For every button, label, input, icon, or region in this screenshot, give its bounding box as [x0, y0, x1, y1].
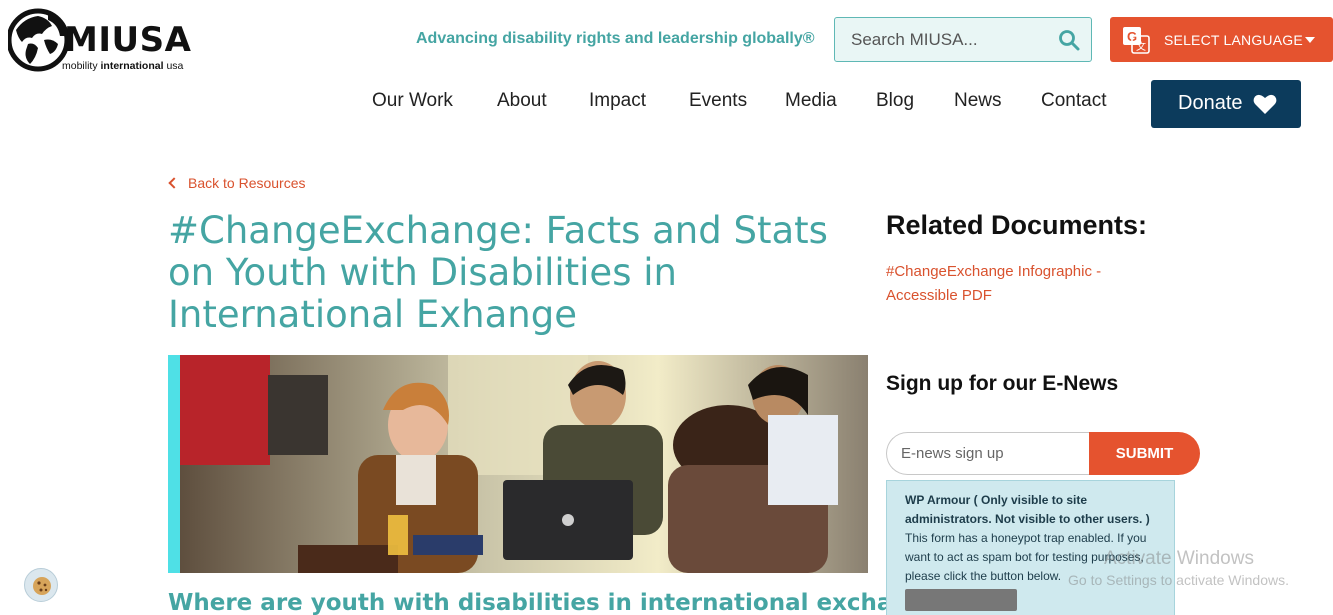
- wp-armour-notice: WP Armour ( Only visible to site adminis…: [886, 480, 1175, 615]
- globe-logo-icon: [8, 8, 68, 72]
- cookie-icon: [33, 577, 51, 595]
- article-photo: [168, 355, 868, 573]
- honeypot-test-button[interactable]: [905, 589, 1017, 611]
- search-box: [834, 17, 1092, 62]
- donate-button[interactable]: Donate: [1151, 80, 1301, 128]
- article-subheading: Where are youth with disabilities in int…: [168, 590, 955, 615]
- search-icon[interactable]: [1057, 28, 1081, 52]
- submit-button[interactable]: SUBMIT: [1089, 432, 1200, 475]
- logo-sub-part: mobility: [62, 60, 101, 72]
- select-language-button[interactable]: G 文 SELECT LANGUAGE: [1110, 17, 1333, 62]
- nav-item-impact[interactable]: Impact: [589, 90, 646, 112]
- svg-text:文: 文: [1136, 40, 1146, 53]
- back-to-resources-link[interactable]: Back to Resources: [168, 175, 306, 191]
- logo-sub-bold: international: [100, 60, 164, 72]
- select-language-label: SELECT LANGUAGE: [1164, 32, 1303, 48]
- related-documents-heading: Related Documents:: [886, 210, 1148, 240]
- photo-accent-bar: [168, 355, 180, 573]
- search-input[interactable]: [835, 18, 1045, 61]
- nav-item-blog[interactable]: Blog: [876, 90, 914, 112]
- enews-form: SUBMIT: [886, 432, 1200, 475]
- logo-sub-end: usa: [163, 60, 184, 72]
- miusa-logo[interactable]: MIUSA mobility international usa: [8, 6, 198, 74]
- donate-label: Donate: [1178, 92, 1243, 114]
- cookie-settings-button[interactable]: [24, 568, 58, 602]
- nav-item-news[interactable]: News: [954, 90, 1002, 112]
- back-label: Back to Resources: [188, 175, 306, 191]
- enews-email-field[interactable]: [886, 432, 1096, 475]
- logo-wordmark: MIUSA: [64, 20, 192, 60]
- logo-subtitle: mobility international usa: [62, 60, 183, 72]
- heart-icon: [1253, 94, 1277, 114]
- article-photo-image: [168, 355, 868, 573]
- wp-armour-title: WP Armour ( Only visible to site adminis…: [905, 493, 1150, 526]
- nav-item-events[interactable]: Events: [689, 90, 747, 112]
- wp-armour-text: This form has a honeypot trap enabled. I…: [905, 531, 1147, 583]
- site-tagline: Advancing disability rights and leadersh…: [416, 30, 815, 47]
- nav-item-about[interactable]: About: [497, 90, 547, 112]
- caret-down-icon: [1305, 37, 1315, 43]
- enews-heading: Sign up for our E-News: [886, 372, 1119, 395]
- chevron-left-icon: [168, 177, 180, 189]
- nav-item-contact[interactable]: Contact: [1041, 90, 1106, 112]
- nav-item-media[interactable]: Media: [785, 90, 837, 112]
- nav-item-our-work[interactable]: Our Work: [372, 90, 453, 112]
- google-translate-icon: G 文: [1123, 27, 1150, 54]
- related-document-link[interactable]: #ChangeExchange Infographic - Accessible…: [886, 260, 1166, 308]
- page-title: #ChangeExchange: Facts and Stats on Yout…: [168, 209, 828, 336]
